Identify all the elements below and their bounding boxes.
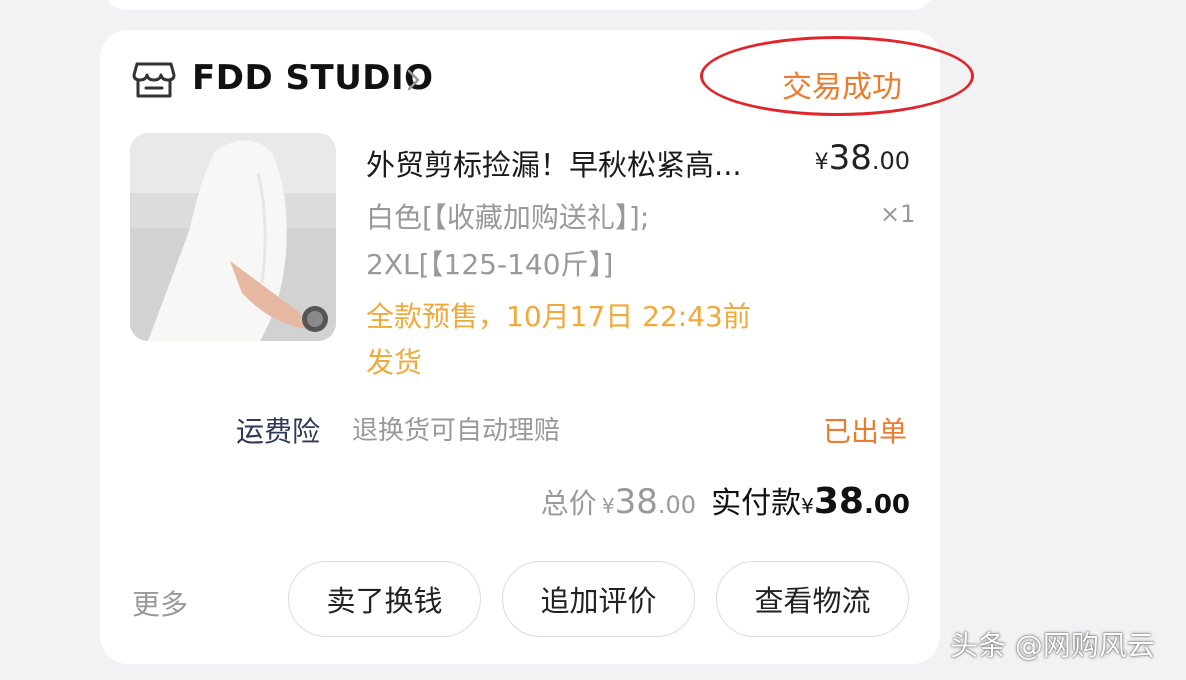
order-status: 交易成功 — [782, 70, 902, 105]
total-decimal: .00 — [657, 491, 696, 519]
sell-button[interactable]: 卖了换钱 — [288, 561, 481, 637]
price-decimal: .00 — [871, 147, 910, 175]
previous-order-card — [104, 0, 934, 10]
product-thumbnail[interactable] — [130, 133, 336, 341]
shipping-insurance-desc: 退换货可自动理赔 — [352, 416, 561, 446]
chevron-right-icon[interactable] — [403, 66, 425, 94]
presale-notice: 全款预售，10月17日 22:43前 — [366, 300, 751, 333]
shipping-insurance-label[interactable]: 运费险 — [236, 410, 320, 450]
total-currency: ¥ — [601, 494, 615, 518]
total-integer: 38 — [614, 482, 658, 522]
more-button[interactable]: 更多 — [132, 583, 188, 623]
paid-currency: ¥ — [801, 494, 814, 518]
price-currency: ¥ — [814, 150, 829, 175]
shipping-insurance-status: 已出单 — [823, 415, 908, 448]
price-integer: 38 — [828, 138, 872, 178]
paid-integer: 38 — [813, 481, 864, 522]
product-price: ¥38.00 — [815, 138, 910, 178]
add-review-button[interactable]: 追加评价 — [502, 561, 695, 637]
sku-size: 2XL[【125-140斤】] — [366, 248, 614, 281]
product-quantity: ×1 — [880, 200, 916, 228]
store-icon — [132, 62, 176, 98]
shop-name[interactable]: FDD STUDIO — [192, 58, 434, 98]
sku-color: 白色[【收藏加购送礼】]; — [366, 201, 650, 234]
paid-label: 实付款 — [711, 486, 802, 521]
paid-decimal: .00 — [863, 490, 910, 520]
watermark: 头条 @网购风云 — [950, 629, 1155, 662]
total-label: 总价 — [540, 487, 597, 520]
order-totals: 总价 ¥38.00 实付款¥38.00 — [541, 478, 910, 522]
presale-notice-cont: 发货 — [366, 346, 423, 379]
view-logistics-button[interactable]: 查看物流 — [716, 561, 909, 637]
product-title[interactable]: 外贸剪标捡漏！早秋松紧高... — [366, 142, 776, 184]
